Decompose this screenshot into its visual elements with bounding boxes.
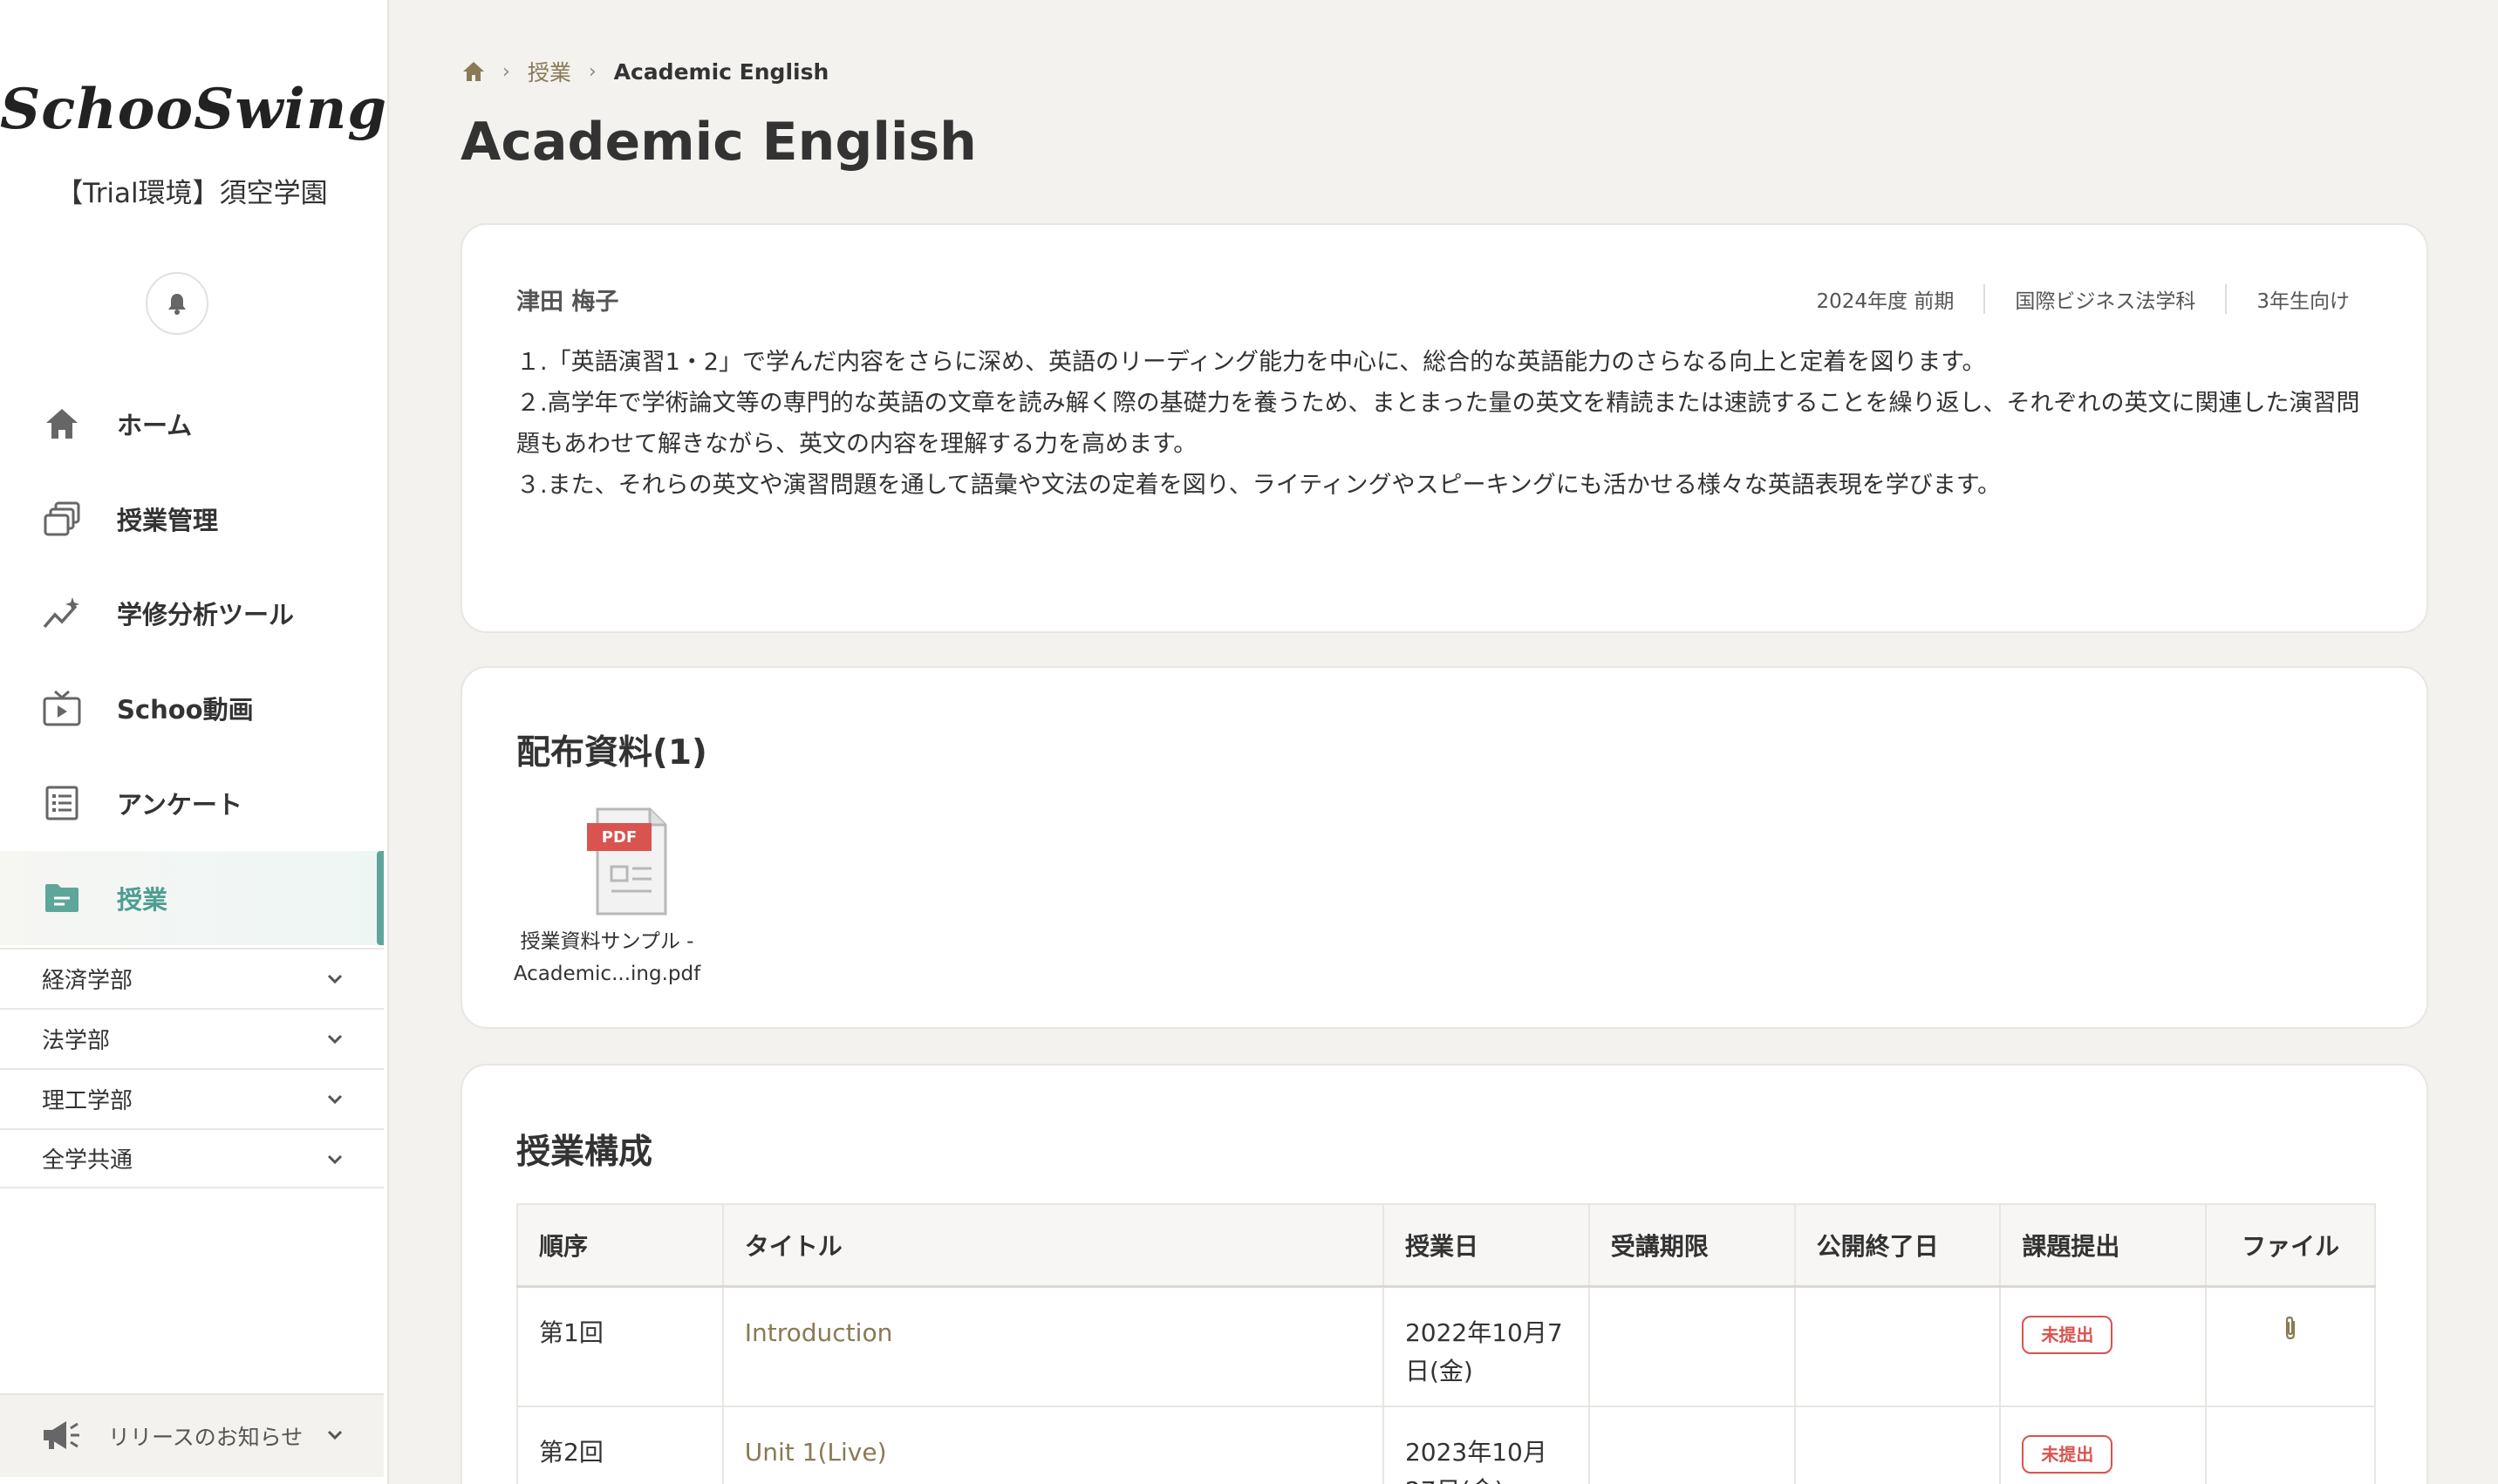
materials-title: 配布資料(1) bbox=[516, 733, 707, 773]
dept-label: 経済学部 bbox=[42, 968, 133, 994]
cell-deadline bbox=[1587, 1406, 1796, 1484]
description-line: ２.高学年で学術論文等の専門的な英語の文章を読み解く際の基礎力を養うため、まとま… bbox=[516, 390, 2360, 458]
column-header: タイトル bbox=[721, 1203, 1384, 1288]
nav-label: 学修分析ツール bbox=[117, 600, 295, 630]
pdf-file-name-line: 授業資料サンプル - bbox=[520, 930, 694, 953]
dept-label: 法学部 bbox=[42, 1028, 111, 1054]
nav-item-analytics[interactable]: 学修分析ツール bbox=[0, 566, 384, 660]
column-header: 授業日 bbox=[1382, 1203, 1590, 1288]
course-department: 国際ビジネス法学科 bbox=[1983, 284, 2225, 314]
pdf-file-icon: PDF bbox=[587, 807, 667, 916]
course-info-card: 津田 梅子 2024年度 前期 国際ビジネス法学科 3年生向け １.「英語演習1… bbox=[461, 223, 2428, 633]
nav-item-class[interactable]: 授業 bbox=[0, 851, 384, 945]
nav-label: Schoo動画 bbox=[117, 695, 254, 725]
page-title: Academic English bbox=[461, 112, 977, 173]
breadcrumb-separator: › bbox=[502, 60, 510, 83]
dept-law[interactable]: 法学部 bbox=[0, 1008, 384, 1068]
cell-end-date bbox=[1793, 1406, 2002, 1484]
status-badge: 未提出 bbox=[2022, 1435, 2113, 1474]
cell-files bbox=[2205, 1285, 2376, 1407]
breadcrumb-current: Academic English bbox=[613, 58, 829, 85]
column-header: ファイル bbox=[2205, 1203, 2376, 1288]
class-manage-icon bbox=[42, 499, 82, 539]
lesson-title-link[interactable]: Unit 1(Live) bbox=[745, 1438, 887, 1467]
cell-deadline bbox=[1587, 1285, 1796, 1407]
materials-card: 配布資料(1) PDF 授業資料サンプル - Academic...ing.pd… bbox=[461, 666, 2428, 1029]
chevron-down-icon bbox=[327, 1094, 343, 1105]
folder-icon bbox=[42, 878, 82, 918]
dept-science-engineering[interactable]: 理工学部 bbox=[0, 1068, 384, 1128]
nav-item-schoo-video[interactable]: Schoo動画 bbox=[0, 661, 384, 755]
survey-icon bbox=[42, 783, 82, 823]
course-description: １.「英語演習1・2」で学んだ内容をさらに深め、英語のリーディング能力を中心に、… bbox=[516, 342, 2374, 506]
breadcrumb-parent[interactable]: 授業 bbox=[528, 56, 571, 87]
pdf-file-item[interactable]: PDF 授業資料サンプル - Academic...ing.pdf bbox=[511, 806, 703, 990]
nav-item-home[interactable]: ホーム bbox=[0, 377, 384, 471]
status-badge: 未提出 bbox=[2022, 1315, 2113, 1354]
release-notice[interactable]: リリースのお知らせ bbox=[0, 1393, 384, 1477]
home-icon bbox=[42, 404, 82, 444]
dept-common[interactable]: 全学共通 bbox=[0, 1128, 384, 1188]
cell-order: 第1回 bbox=[516, 1285, 724, 1407]
lesson-title-link[interactable]: Introduction bbox=[745, 1318, 893, 1347]
dept-label: 理工学部 bbox=[42, 1088, 133, 1114]
chevron-down-icon bbox=[327, 1034, 343, 1045]
nav-item-class-management[interactable]: 授業管理 bbox=[0, 472, 384, 566]
chevron-down-icon bbox=[327, 974, 343, 984]
lessons-table: 順序 タイトル 授業日 受講期限 公開終了日 課題提出 ファイル 第1回 Int… bbox=[516, 1203, 2376, 1484]
release-notice-label: リリースのお知らせ bbox=[108, 1425, 304, 1450]
chevron-down-icon bbox=[327, 1154, 343, 1165]
paperclip-icon[interactable] bbox=[2281, 1315, 2300, 1341]
structure-title: 授業構成 bbox=[516, 1133, 653, 1172]
table-row: 第2回 Unit 1(Live) 2023年10月27日(金) 未提出 bbox=[516, 1406, 2376, 1484]
cell-date: 2022年10月7日(金) bbox=[1382, 1285, 1590, 1407]
cell-end-date bbox=[1793, 1285, 2002, 1407]
pdf-file-name: 授業資料サンプル - Academic...ing.pdf bbox=[511, 926, 703, 990]
nav-label: 授業管理 bbox=[117, 506, 219, 535]
main-content: › 授業 › Academic English Academic English… bbox=[389, 0, 2498, 1484]
cell-submission: 未提出 bbox=[1999, 1285, 2208, 1407]
pdf-badge-text: PDF bbox=[602, 828, 637, 847]
organization-name: 【Trial環境】須空学園 bbox=[56, 178, 328, 209]
nav-label: ホーム bbox=[117, 411, 193, 440]
description-line: ３.また、それらの英文や演習問題を通して語彙や文法の定着を図り、ライティングやス… bbox=[516, 472, 2002, 499]
column-header: 順序 bbox=[516, 1203, 724, 1288]
dept-economics[interactable]: 経済学部 bbox=[0, 948, 384, 1008]
pdf-file-name-line: Academic...ing.pdf bbox=[513, 963, 701, 985]
notification-button[interactable] bbox=[146, 272, 208, 335]
megaphone-icon bbox=[44, 1421, 79, 1449]
chevron-down-icon bbox=[327, 1430, 343, 1440]
bell-icon bbox=[168, 294, 186, 315]
cell-submission: 未提出 bbox=[1999, 1406, 2208, 1484]
dept-label: 全学共通 bbox=[42, 1147, 133, 1174]
course-term: 2024年度 前期 bbox=[1816, 290, 1955, 313]
column-header: 課題提出 bbox=[1999, 1203, 2208, 1288]
app-logo[interactable]: SchooSwing bbox=[0, 77, 386, 142]
video-icon bbox=[42, 688, 82, 728]
sidebar: SchooSwing 【Trial環境】須空学園 ホーム 授業管理 学修分析ツー… bbox=[0, 0, 389, 1484]
nav-item-survey[interactable]: アンケート bbox=[0, 756, 384, 850]
nav-label: アンケート bbox=[117, 790, 242, 820]
table-row: 第1回 Introduction 2022年10月7日(金) 未提出 bbox=[516, 1285, 2376, 1407]
description-line: １.「英語演習1・2」で学んだ内容をさらに深め、英語のリーディング能力を中心に、… bbox=[516, 349, 1986, 376]
breadcrumb: › 授業 › Academic English bbox=[462, 56, 829, 87]
home-icon[interactable] bbox=[462, 61, 485, 82]
teacher-name: 津田 梅子 bbox=[516, 289, 619, 316]
course-target: 3年生向け bbox=[2225, 284, 2350, 314]
cell-files bbox=[2205, 1406, 2376, 1484]
column-header: 受講期限 bbox=[1587, 1203, 1796, 1288]
nav-label: 授業 bbox=[117, 885, 168, 915]
analytics-icon bbox=[42, 593, 82, 633]
column-header: 公開終了日 bbox=[1793, 1203, 2002, 1288]
breadcrumb-separator: › bbox=[588, 60, 597, 83]
cell-date: 2023年10月27日(金) bbox=[1382, 1406, 1590, 1484]
class-structure-card: 授業構成 順序 タイトル 授業日 受講期限 公開終了日 課題提出 ファイル 第1… bbox=[461, 1064, 2428, 1484]
cell-order: 第2回 bbox=[516, 1406, 724, 1484]
table-header-row: 順序 タイトル 授業日 受講期限 公開終了日 課題提出 ファイル bbox=[516, 1203, 2376, 1288]
cell-title: Introduction bbox=[721, 1285, 1384, 1407]
course-meta: 2024年度 前期 国際ビジネス法学科 3年生向け bbox=[1816, 284, 2350, 314]
cell-title: Unit 1(Live) bbox=[721, 1406, 1384, 1484]
